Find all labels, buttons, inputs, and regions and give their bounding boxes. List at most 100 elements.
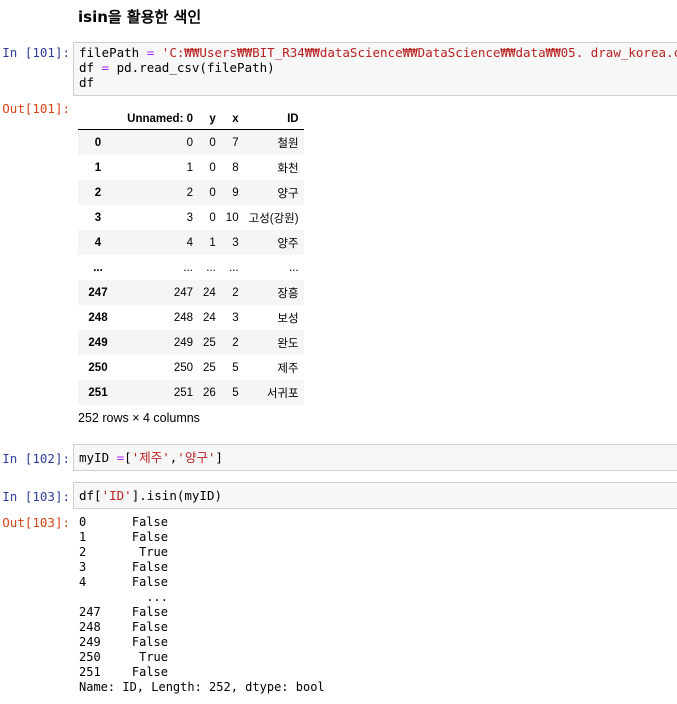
row-index: 251 bbox=[88, 386, 108, 399]
table-cell: 제주 bbox=[277, 362, 299, 375]
series-index: 247 bbox=[79, 605, 101, 619]
row-index: 247 bbox=[88, 286, 108, 299]
table-cell: 10 bbox=[225, 211, 239, 224]
table-row: 249 249 25 2 완도 bbox=[78, 330, 304, 355]
series-value: True bbox=[139, 650, 168, 664]
section-heading: isin을 활용한 색인 bbox=[78, 8, 202, 26]
table-cell: 서귀포 bbox=[266, 387, 299, 400]
table-cell: 1 bbox=[186, 161, 193, 174]
table-row: 2 2 0 9 양구 bbox=[78, 180, 304, 205]
row-index: 4 bbox=[94, 236, 102, 249]
table-cell: 장흥 bbox=[277, 287, 299, 300]
code-cell-102[interactable]: myID =['제주','양구'] bbox=[73, 444, 677, 471]
series-line: 250 True bbox=[79, 650, 325, 665]
series-line: ... bbox=[79, 590, 325, 605]
series-index: 3 bbox=[79, 560, 87, 574]
table-cell: 26 bbox=[203, 386, 216, 399]
table-row: 250 250 25 5 제주 bbox=[78, 355, 304, 380]
table-row: 248 248 24 3 보성 bbox=[78, 305, 304, 330]
series-value: False bbox=[131, 635, 168, 649]
series-index: 2 bbox=[79, 545, 87, 559]
table-cell: 화천 bbox=[277, 162, 299, 175]
table-cell: 24 bbox=[203, 311, 216, 324]
series-line: 3 False bbox=[79, 560, 325, 575]
input-prompt-103: In [103]: bbox=[2, 489, 70, 504]
series-value: False bbox=[131, 665, 168, 679]
row-index: 1 bbox=[94, 161, 102, 174]
series-line: 251 False bbox=[79, 665, 325, 680]
table-cell: ... bbox=[229, 261, 239, 274]
table-row: 251 251 26 5 서귀포 bbox=[78, 380, 304, 405]
table-cell: 249 bbox=[173, 336, 193, 349]
output-prompt-101: Out[101]: bbox=[2, 101, 70, 116]
series-value: False bbox=[131, 575, 168, 589]
table-cell: 251 bbox=[173, 386, 193, 399]
table-row: 247 247 24 2 장흥 bbox=[78, 280, 304, 305]
table-cell: 0 bbox=[186, 136, 193, 149]
table-cell: 8 bbox=[232, 161, 239, 174]
table-row: 0 0 0 7 철원 bbox=[78, 129, 304, 155]
table-cell: 3 bbox=[232, 311, 239, 324]
table-cell: 250 bbox=[173, 361, 193, 374]
table-cell: 2 bbox=[186, 186, 193, 199]
row-index: 249 bbox=[88, 336, 108, 349]
series-line: 248 False bbox=[79, 620, 325, 635]
series-index: 250 bbox=[79, 650, 101, 664]
table-cell: ... bbox=[183, 261, 193, 274]
series-line: 4 False bbox=[79, 575, 325, 590]
table-cell: 25 bbox=[203, 361, 216, 374]
table-cell: 완도 bbox=[277, 337, 299, 350]
table-cell: ... bbox=[289, 261, 299, 274]
output-prompt-103: Out[103]: bbox=[2, 515, 70, 530]
table-cell: 0 bbox=[209, 186, 216, 199]
series-line: 0 False bbox=[79, 515, 325, 530]
column-header bbox=[78, 101, 118, 130]
series-output: 0 False 1 False 2 True 3 False 4 False... 247 False… bbox=[79, 515, 325, 695]
table-cell: 보성 bbox=[277, 312, 299, 325]
table-cell: ... bbox=[206, 261, 216, 274]
series-value: False bbox=[131, 620, 168, 634]
series-value: ... bbox=[146, 590, 168, 604]
series-index: 0 bbox=[79, 515, 87, 529]
row-index: 3 bbox=[94, 211, 102, 224]
table-header-row: Unnamed: 0 y x ID bbox=[78, 101, 304, 130]
row-index: 248 bbox=[88, 311, 108, 324]
column-header: x bbox=[220, 101, 244, 130]
table-cell: 0 bbox=[209, 211, 216, 224]
table-cell: 4 bbox=[186, 236, 193, 249]
table-cell: 3 bbox=[186, 211, 193, 224]
series-index: 251 bbox=[79, 665, 101, 679]
series-value: False bbox=[131, 530, 168, 544]
table-cell: 9 bbox=[232, 186, 239, 199]
table-cell: 고성(강원) bbox=[248, 212, 299, 225]
code-cell-103[interactable]: df['ID'].isin(myID) bbox=[73, 482, 677, 509]
table-cell: 양구 bbox=[277, 187, 299, 200]
table-cell: 2 bbox=[232, 286, 239, 299]
table-cell: 24 bbox=[203, 286, 216, 299]
input-prompt-101: In [101]: bbox=[2, 45, 70, 60]
series-line: 1 False bbox=[79, 530, 325, 545]
series-line: 247 False bbox=[79, 605, 325, 620]
table-cell: 5 bbox=[232, 361, 239, 374]
series-index: 248 bbox=[79, 620, 101, 634]
table-cell: 2 bbox=[232, 336, 239, 349]
series-footer: Name: ID, Length: 252, dtype: bool bbox=[79, 680, 325, 694]
series-value: False bbox=[131, 605, 168, 619]
dataframe-table: Unnamed: 0 y x ID 0 0 0 7 철원 1 1 0 8 화천 2 2 0 9 양구 3 3 0 1… bbox=[78, 101, 304, 405]
table-row: 3 3 0 10 고성(강원) bbox=[78, 205, 304, 230]
series-value: False bbox=[131, 515, 168, 529]
table-cell: 5 bbox=[232, 386, 239, 399]
input-prompt-102: In [102]: bbox=[2, 451, 70, 466]
table-cell: 25 bbox=[203, 336, 216, 349]
table-cell: 0 bbox=[209, 136, 216, 149]
code-cell-101[interactable]: filePath = 'C:₩₩Users₩₩BIT_R34₩₩dataScie… bbox=[73, 42, 677, 96]
table-cell: 양주 bbox=[277, 237, 299, 250]
series-line: 249 False bbox=[79, 635, 325, 650]
table-cell: 7 bbox=[232, 136, 239, 149]
table-cell: 247 bbox=[173, 286, 193, 299]
series-index: 249 bbox=[79, 635, 101, 649]
series-index: 1 bbox=[79, 530, 87, 544]
table-row: 4 4 1 3 양주 bbox=[78, 230, 304, 255]
series-index: 4 bbox=[79, 575, 87, 589]
column-header: y bbox=[198, 101, 221, 130]
